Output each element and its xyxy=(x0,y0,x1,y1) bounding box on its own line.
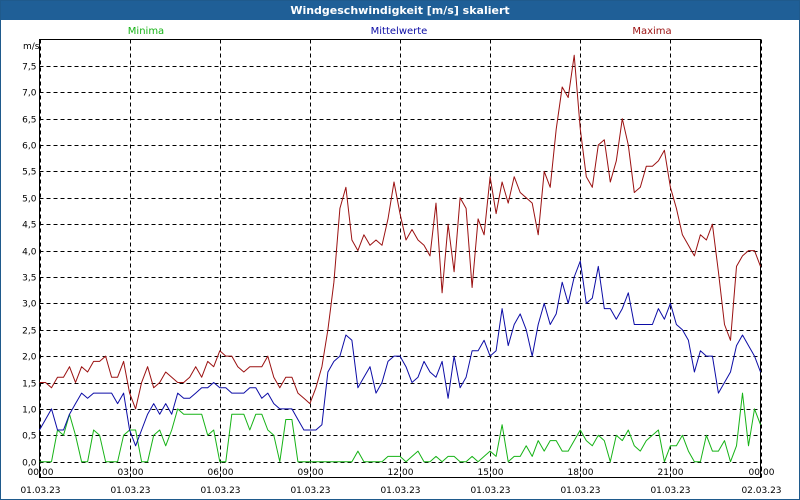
y-tick-label: 1,5 xyxy=(22,380,36,390)
y-tick-label: 2,5 xyxy=(22,327,36,337)
y-tick-label: 3,0 xyxy=(22,300,37,310)
y-tick-label: 5,5 xyxy=(22,168,36,178)
x-tick-time: 15:00 xyxy=(478,468,504,478)
x-tick-date: 01.03.23 xyxy=(560,486,600,496)
y-tick-label: 4,0 xyxy=(22,248,37,258)
chart: 0,0 0,5 1,0 1,5 2,0 2,5 3,0 3,5 4,0 4,5 5,0 5,5 6,0 6… xyxy=(20,26,781,496)
x-tick-time: 09:00 xyxy=(298,468,324,478)
legend-minima: Minima xyxy=(128,26,164,37)
x-tick-time: 03:00 xyxy=(118,468,144,478)
y-tick-label: 3,5 xyxy=(22,274,36,284)
x-tick-date: 01.03.23 xyxy=(200,486,240,496)
chart-window: Windgeschwindigkeit [m/s] skaliert 0,0 0,… xyxy=(0,0,800,500)
y-tick-label: 2,0 xyxy=(22,353,37,363)
window-title: Windgeschwindigkeit [m/s] skaliert xyxy=(1,1,799,20)
x-tick-date: 01.03.23 xyxy=(290,486,330,496)
x-tick-time: 00:00 xyxy=(28,468,54,478)
legend-mittelwerte: Mittelwerte xyxy=(371,26,428,37)
legend-maxima: Maxima xyxy=(632,26,671,37)
y-tick-label: 7,5 xyxy=(22,63,36,73)
x-tick-time: 18:00 xyxy=(568,468,594,478)
y-tick-label: 0,5 xyxy=(22,432,36,442)
x-tick-date: 02.03.23 xyxy=(741,486,781,496)
y-tick-label: 1,0 xyxy=(22,406,37,416)
x-tick-date: 01.03.23 xyxy=(20,486,60,496)
x-tick-time: 06:00 xyxy=(208,468,234,478)
y-axis-unit: m/s xyxy=(23,42,40,52)
x-tick-date: 01.03.23 xyxy=(110,486,150,496)
x-tick-time: 00:00 xyxy=(749,468,775,478)
y-tick-label: 6,0 xyxy=(22,142,37,152)
x-tick-date: 01.03.23 xyxy=(650,486,690,496)
y-tick-label: 7,0 xyxy=(22,89,37,99)
y-tick-label: 4,5 xyxy=(22,221,36,231)
x-tick-date: 01.03.23 xyxy=(380,486,420,496)
y-tick-label: 6,5 xyxy=(22,116,36,126)
x-tick-time: 21:00 xyxy=(658,468,684,478)
y-tick-label: 5,0 xyxy=(22,195,37,205)
x-tick-time: 12:00 xyxy=(388,468,414,478)
y-tick-label: 0,0 xyxy=(22,459,37,469)
x-tick-date: 01.03.23 xyxy=(470,486,510,496)
